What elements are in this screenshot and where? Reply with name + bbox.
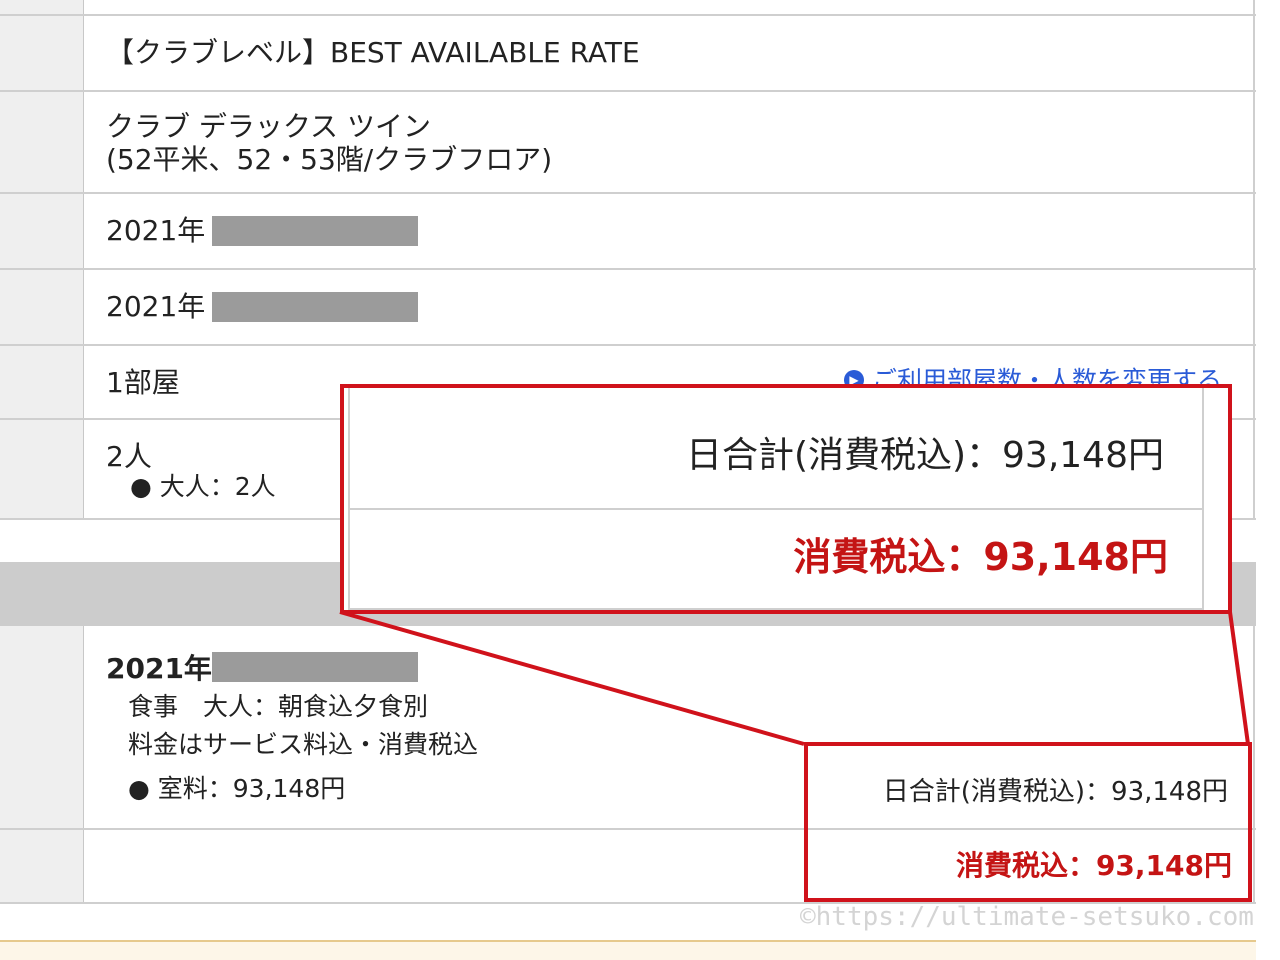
watermark: ©https://ultimate-setsuko.com [800,902,1254,932]
highlight-box-original: 日合計(消費税込)：93,148円 消費税込：93,148円 [804,742,1252,902]
grand-total-original: 消費税込：93,148円 [955,849,1232,882]
zoom-grand-total: 消費税込：93,148円 [793,535,1168,579]
zoom-row-divider [348,508,1204,510]
connector-right [1228,611,1250,745]
row-divider [808,828,1248,830]
connector-left [339,610,805,746]
zoom-day-total: 日合計(消費税込)：93,148円 [685,435,1164,476]
zoom-callout-box: 日合計(消費税込)：93,148円 消費税込：93,148円 [340,384,1232,614]
day-total-original: 日合計(消費税込)：93,148円 [882,777,1228,807]
